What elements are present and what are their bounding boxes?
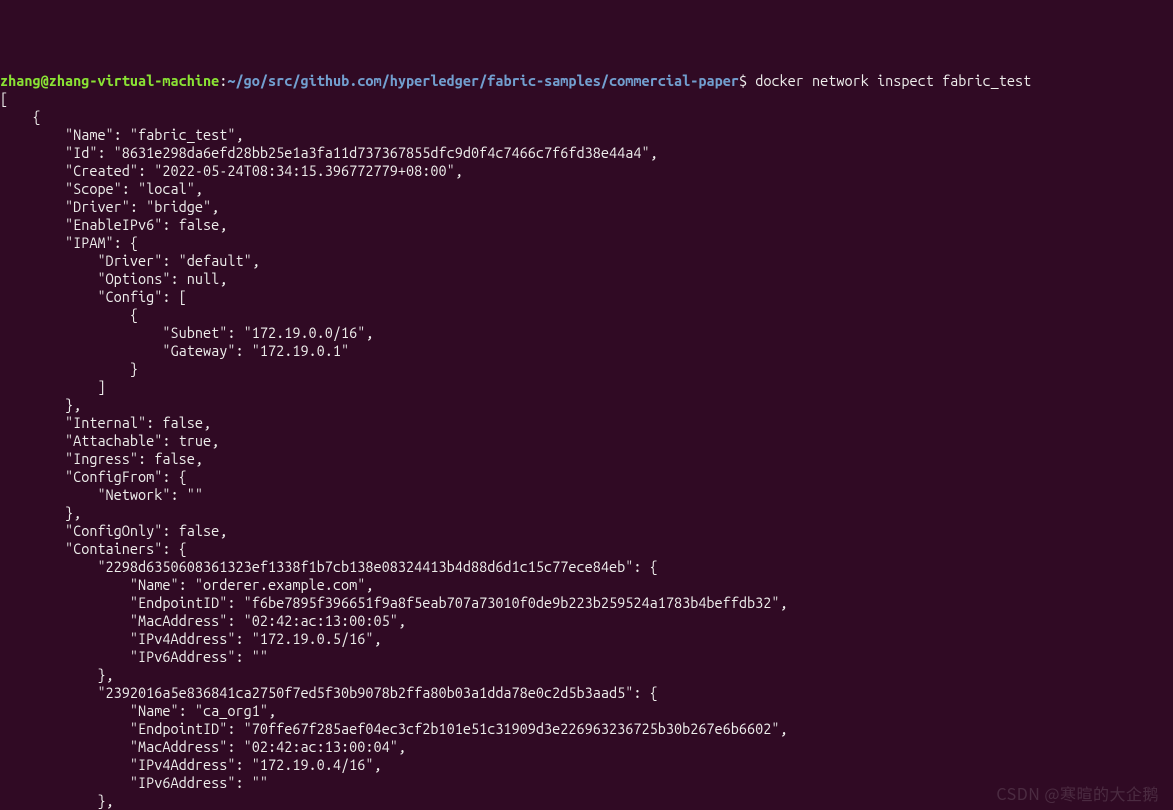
prompt-path: ~/go/src/github.com/hyperledger/fabric-s… bbox=[227, 72, 739, 89]
terminal[interactable]: zhang@zhang-virtual-machine:~/go/src/git… bbox=[0, 72, 1173, 810]
command-text[interactable]: docker network inspect fabric_test bbox=[755, 72, 1031, 89]
prompt-at: @ bbox=[41, 72, 49, 89]
command-output: [ { "Name": "fabric_test", "Id": "8631e2… bbox=[0, 90, 788, 810]
prompt-user: zhang bbox=[0, 72, 41, 89]
prompt-dollar: $ bbox=[739, 72, 747, 89]
command-line[interactable] bbox=[747, 72, 755, 89]
prompt-host: zhang-virtual-machine bbox=[49, 72, 220, 89]
